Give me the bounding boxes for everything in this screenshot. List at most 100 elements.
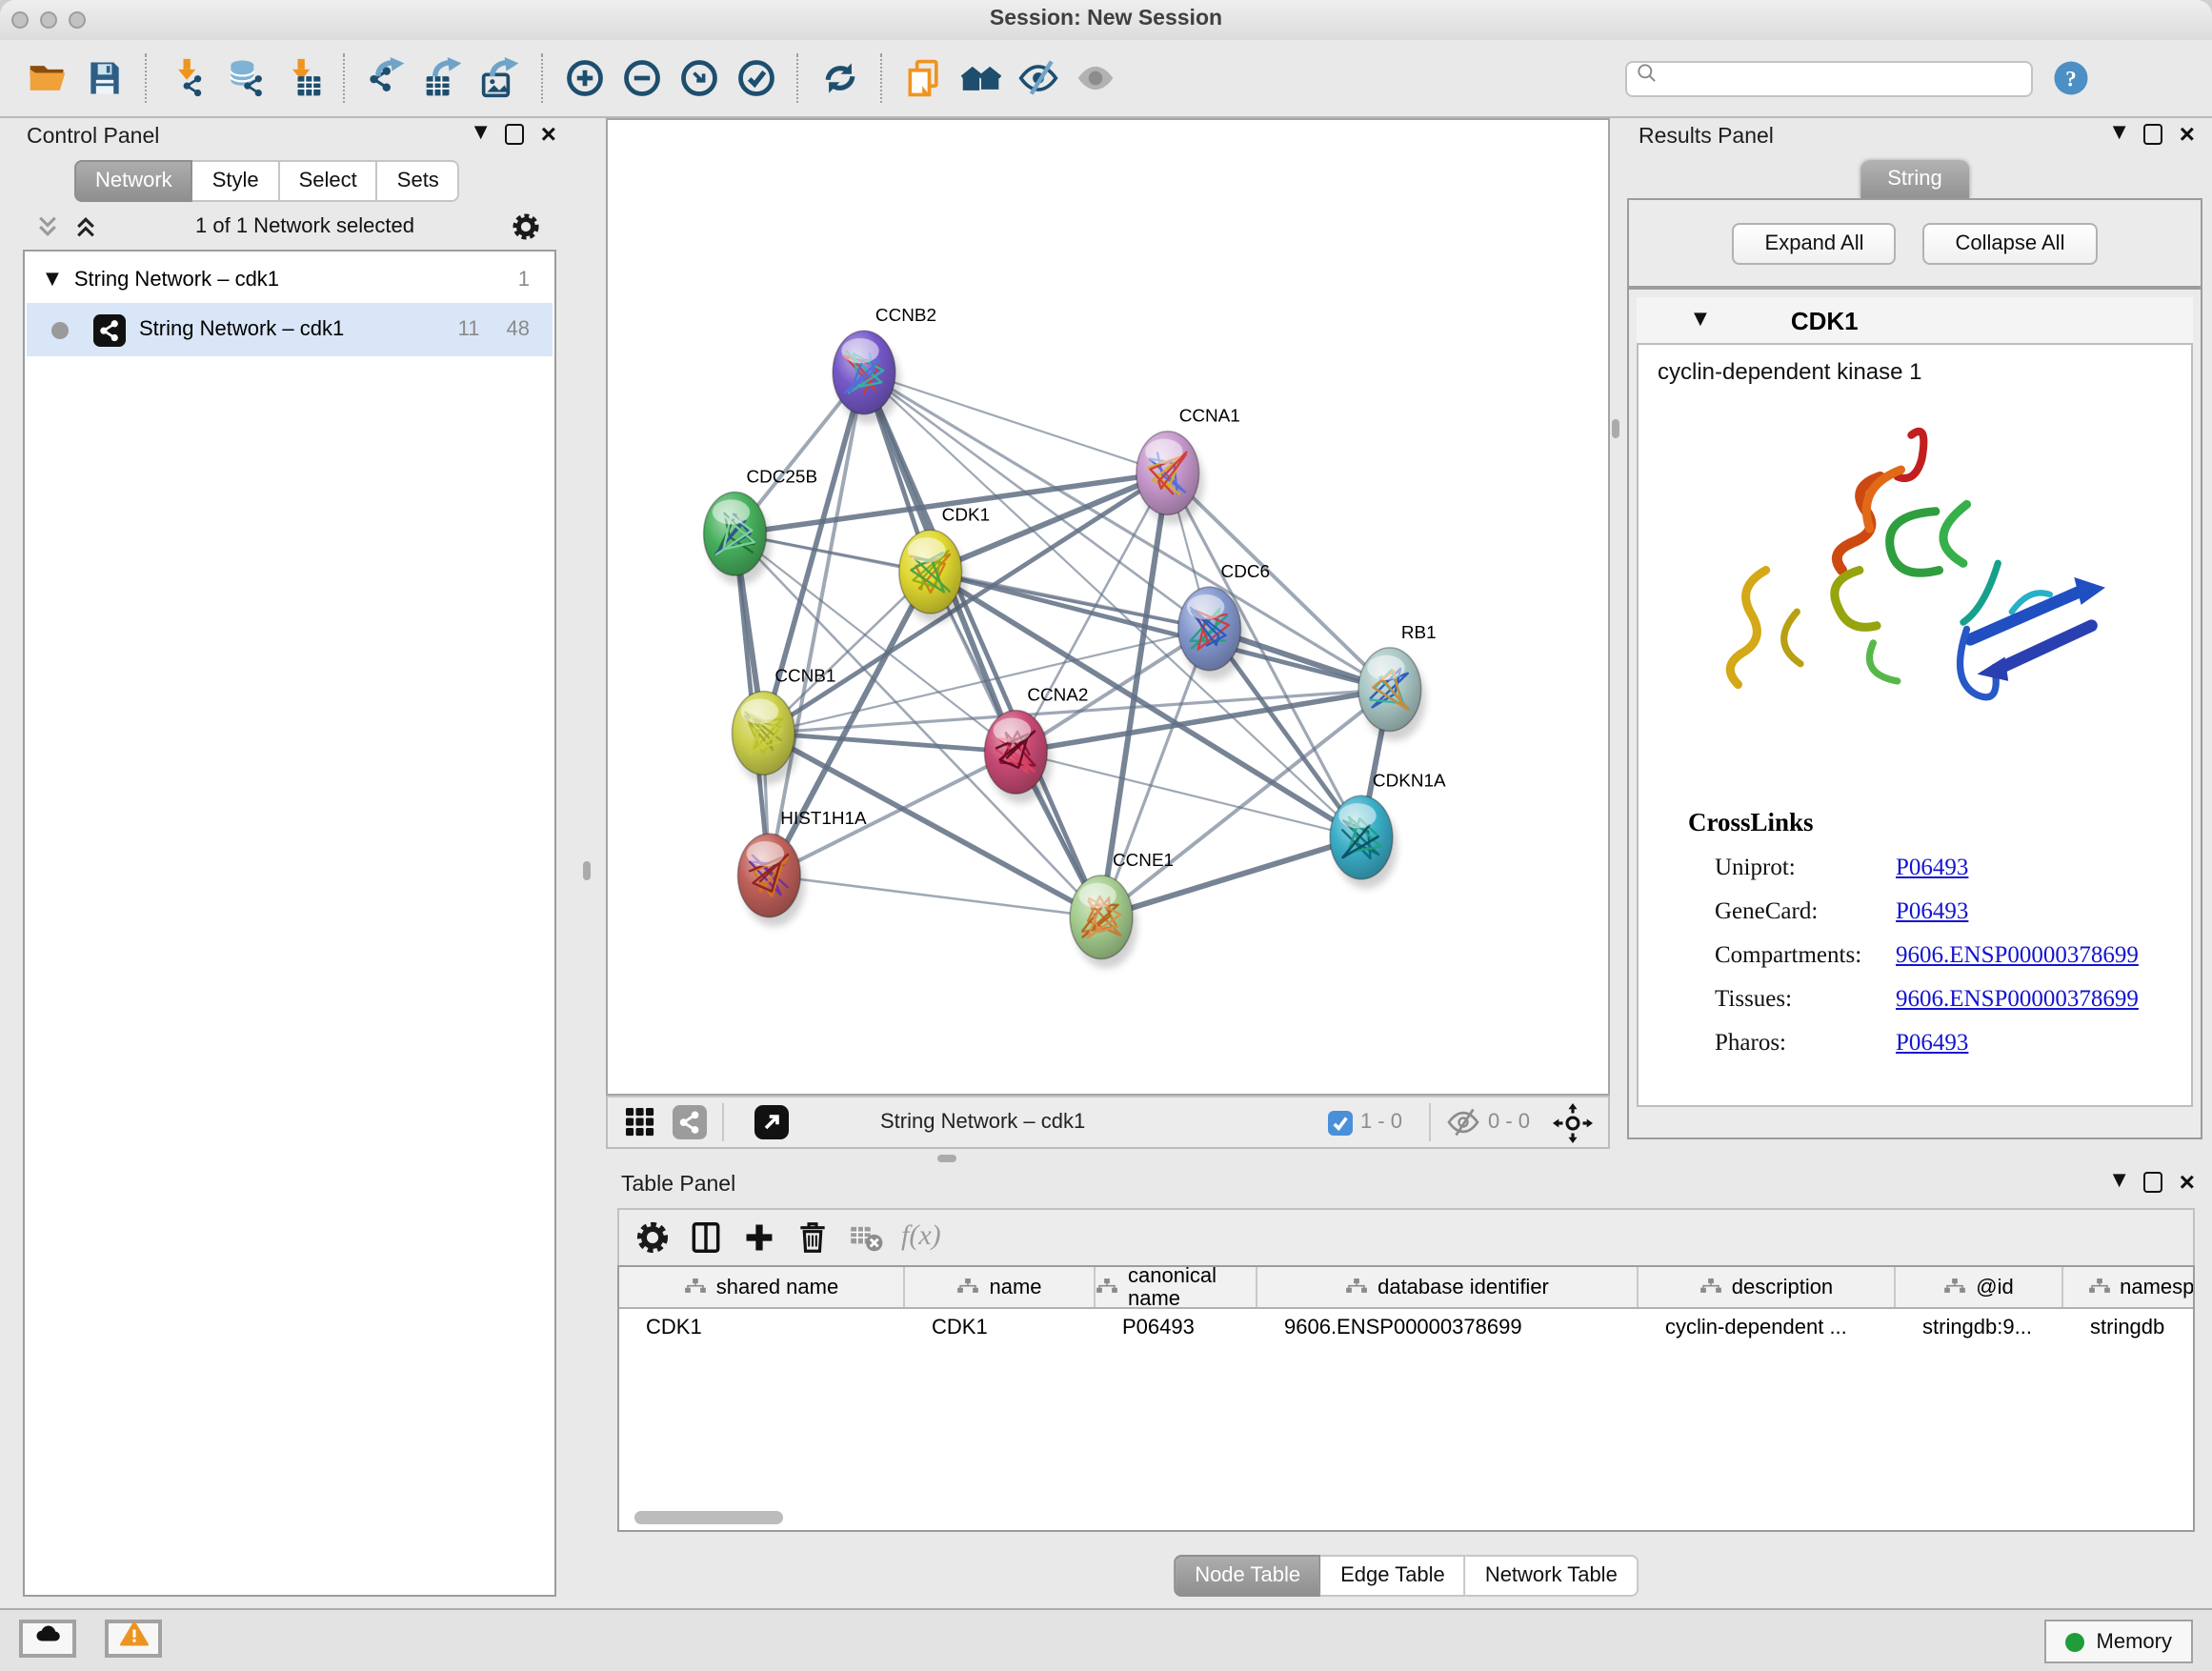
- save-button[interactable]: [82, 55, 128, 101]
- tab-edge-table[interactable]: Edge Table: [1321, 1555, 1466, 1597]
- horizontal-scrollbar-thumb[interactable]: [634, 1511, 783, 1524]
- horizontal-splitter-handle[interactable]: [937, 1155, 956, 1162]
- network-edge[interactable]: [1101, 837, 1361, 917]
- protein-expander-icon[interactable]: ▼: [1694, 309, 1707, 332]
- zoom-selected-button[interactable]: [734, 55, 779, 101]
- results-panel-close-button[interactable]: ×: [2180, 122, 2195, 145]
- export-table-button[interactable]: [421, 55, 467, 101]
- selected-checkbox-icon[interactable]: [1328, 1110, 1353, 1135]
- table-row[interactable]: CDK1CDK1P064939606.ENSP00000378699cyclin…: [619, 1309, 2193, 1349]
- network-edge[interactable]: [931, 572, 1390, 690]
- tab-string[interactable]: String: [1860, 160, 1969, 198]
- tab-style[interactable]: Style: [193, 160, 280, 202]
- help-button[interactable]: ?: [2052, 59, 2090, 97]
- refresh-button[interactable]: [817, 55, 863, 101]
- node-label-HIST1H1A: HIST1H1A: [780, 809, 867, 829]
- export-image-button[interactable]: [478, 55, 524, 101]
- table-panel-close-button[interactable]: ×: [2180, 1170, 2195, 1193]
- crosslink-link[interactable]: 9606.ENSP00000378699: [1896, 985, 2139, 1014]
- left-splitter-handle[interactable]: [583, 861, 591, 880]
- zoom-out-button[interactable]: [619, 55, 665, 101]
- import-table-button[interactable]: [280, 55, 326, 101]
- table-cell[interactable]: stringdb:9...: [1896, 1309, 2063, 1349]
- table-cell[interactable]: CDK1: [905, 1309, 1096, 1349]
- network-node-CDKN1A[interactable]: CDKN1A: [1330, 771, 1446, 889]
- control-panel-close-button[interactable]: ×: [541, 122, 556, 145]
- network-share-icon[interactable]: [673, 1105, 707, 1139]
- import-network-icon: [168, 57, 210, 99]
- tab-network[interactable]: Network: [74, 160, 193, 202]
- column-header-database-identifier[interactable]: database identifier: [1257, 1267, 1639, 1307]
- import-network-button[interactable]: [166, 55, 211, 101]
- cloud-status-button[interactable]: [19, 1620, 76, 1658]
- protein-header-row[interactable]: ▼ CDK1: [1637, 297, 2193, 345]
- network-canvas[interactable]: CCNB2CCNA1CDC25BCDK1CDC6RB1CCNB1CCNA2CDK…: [606, 118, 1610, 1096]
- table-panel-float-button[interactable]: [2143, 1171, 2162, 1192]
- zoom-in-button[interactable]: [562, 55, 608, 101]
- column-header-shared-name[interactable]: shared name: [619, 1267, 905, 1307]
- table-cell[interactable]: CDK1: [619, 1309, 905, 1349]
- search-field[interactable]: [1625, 60, 2033, 96]
- column-header-description[interactable]: description: [1639, 1267, 1896, 1307]
- grid-view-icon[interactable]: [623, 1105, 657, 1139]
- show-hide-button[interactable]: [1016, 55, 1061, 101]
- column-header--id[interactable]: @id: [1896, 1267, 2063, 1307]
- table-cell[interactable]: stringdb: [2063, 1309, 2195, 1349]
- network-node-CCNE1[interactable]: CCNE1: [1070, 851, 1174, 969]
- table-cell[interactable]: 9606.ENSP00000378699: [1257, 1309, 1639, 1349]
- expand-all-networks-icon[interactable]: [34, 213, 61, 240]
- network-node-CCNA1[interactable]: CCNA1: [1136, 407, 1240, 525]
- network-options-gear-icon[interactable]: [511, 211, 541, 242]
- duplicate-button[interactable]: [901, 55, 947, 101]
- control-panel-menu-button[interactable]: ▼: [474, 122, 488, 145]
- tab-node-table[interactable]: Node Table: [1174, 1555, 1321, 1597]
- search-input[interactable]: [1659, 66, 2023, 91]
- expand-all-button[interactable]: Expand All: [1733, 222, 1897, 264]
- table-cell[interactable]: P06493: [1096, 1309, 1257, 1349]
- crosslink-link[interactable]: P06493: [1896, 854, 1968, 882]
- network-node-CDC6[interactable]: CDC6: [1178, 562, 1270, 680]
- add-column-icon[interactable]: [741, 1219, 777, 1256]
- crosslink-link[interactable]: P06493: [1896, 1029, 1968, 1057]
- delete-column-icon[interactable]: [794, 1219, 831, 1256]
- column-header-name[interactable]: name: [905, 1267, 1096, 1307]
- network-graph[interactable]: CCNB2CCNA1CDC25BCDK1CDC6RB1CCNB1CCNA2CDK…: [608, 120, 1608, 1094]
- tab-sets[interactable]: Sets: [378, 160, 460, 202]
- eye-button[interactable]: [1073, 55, 1118, 101]
- tab-select[interactable]: Select: [280, 160, 378, 202]
- memory-button[interactable]: Memory: [2045, 1620, 2193, 1663]
- show-columns-icon[interactable]: [688, 1219, 724, 1256]
- network-node-RB1[interactable]: RB1: [1358, 623, 1437, 741]
- tab-network-table[interactable]: Network Table: [1466, 1555, 1639, 1597]
- network-collection-row[interactable]: ▼ String Network – cdk1 1: [27, 255, 553, 303]
- column-header-canonical-name[interactable]: canonical name: [1096, 1267, 1257, 1307]
- birds-eye-view-icon[interactable]: [1553, 1102, 1593, 1142]
- collection-expander-icon[interactable]: ▼: [46, 268, 59, 291]
- crosslink-link[interactable]: 9606.ENSP00000378699: [1896, 941, 2139, 970]
- homes-button[interactable]: [958, 55, 1004, 101]
- warnings-button[interactable]: [105, 1620, 162, 1658]
- network-row-selected[interactable]: String Network – cdk1 11 48: [27, 303, 553, 356]
- column-header-namespace[interactable]: namespace: [2063, 1267, 2195, 1307]
- open-button[interactable]: [25, 55, 70, 101]
- detach-view-icon[interactable]: [754, 1105, 789, 1139]
- table-settings-gear-icon[interactable]: [634, 1219, 671, 1256]
- import-database-button[interactable]: [223, 55, 269, 101]
- results-panel-menu-button[interactable]: ▼: [2113, 122, 2126, 145]
- network-edge[interactable]: [769, 876, 1101, 917]
- network-edge[interactable]: [763, 733, 1016, 752]
- network-edge[interactable]: [864, 372, 1168, 473]
- network-node-HIST1H1A[interactable]: HIST1H1A: [737, 809, 867, 927]
- collapse-all-networks-icon[interactable]: [72, 213, 99, 240]
- crosslinks-title: CrossLinks: [1688, 808, 2191, 838]
- crosslink-link[interactable]: P06493: [1896, 897, 1968, 926]
- export-network-button[interactable]: [364, 55, 410, 101]
- network-edge[interactable]: [864, 372, 1390, 690]
- table-cell[interactable]: cyclin-dependent ...: [1639, 1309, 1896, 1349]
- results-panel-float-button[interactable]: [2143, 123, 2162, 144]
- control-panel-float-button[interactable]: [505, 123, 524, 144]
- table-panel-menu-button[interactable]: ▼: [2113, 1170, 2126, 1193]
- collapse-all-button[interactable]: Collapse All: [1923, 222, 2098, 264]
- right-splitter-handle[interactable]: [1612, 419, 1619, 438]
- zoom-fit-button[interactable]: [676, 55, 722, 101]
